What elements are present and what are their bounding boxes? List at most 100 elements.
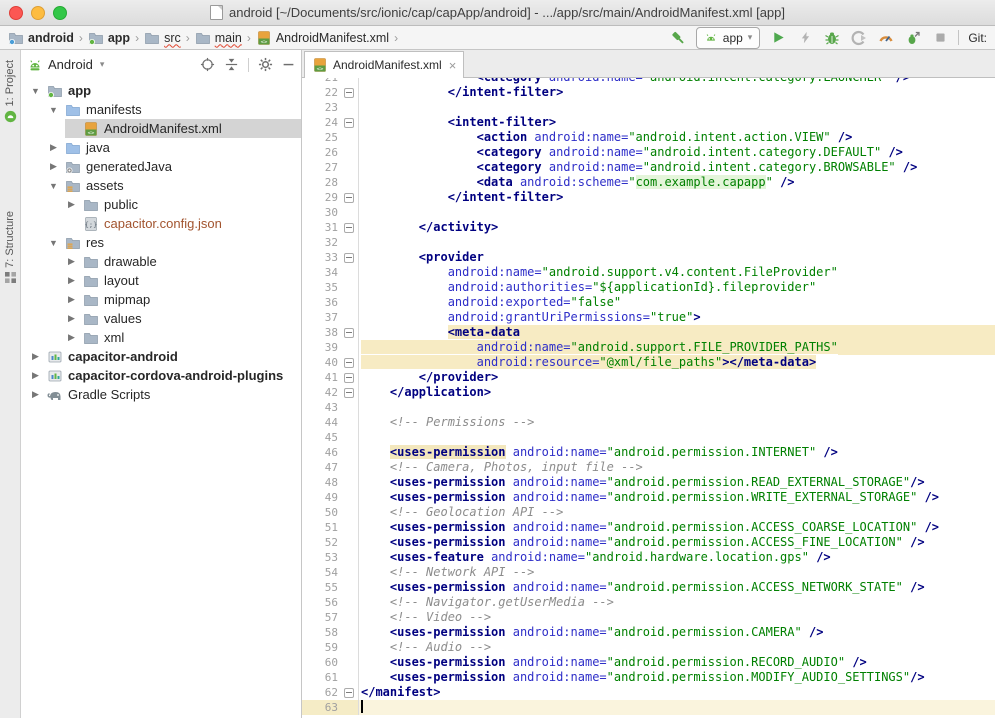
- tree-item-capacitor-config-json[interactable]: {;}capacitor.config.json: [21, 214, 301, 233]
- locate-target-icon[interactable]: [200, 57, 215, 72]
- breadcrumb-androidmanifest-xml[interactable]: <>AndroidManifest.xml: [256, 30, 389, 46]
- code-line-36[interactable]: 36 android:exported="false": [302, 295, 995, 310]
- code-line-51[interactable]: 51 <uses-permission android:name="androi…: [302, 520, 995, 535]
- code-line-33[interactable]: 33 <provider: [302, 250, 995, 265]
- code-editor[interactable]: 21 <category android:name="android.inten…: [302, 78, 995, 718]
- code-line-35[interactable]: 35 android:authorities="${applicationId}…: [302, 280, 995, 295]
- expand-arrow-icon[interactable]: ▶: [65, 332, 78, 343]
- code-line-32[interactable]: 32: [302, 235, 995, 250]
- fold-marker[interactable]: [342, 325, 359, 340]
- settings-gear-icon[interactable]: [258, 57, 273, 72]
- code-line-59[interactable]: 59 <!-- Audio -->: [302, 640, 995, 655]
- code-line-23[interactable]: 23: [302, 100, 995, 115]
- minimize-window-button[interactable]: [31, 6, 45, 20]
- tree-item-public[interactable]: ▶public: [21, 195, 301, 214]
- code-line-29[interactable]: 29 </intent-filter>: [302, 190, 995, 205]
- expand-arrow-icon[interactable]: ▼: [47, 105, 60, 115]
- tree-item-values[interactable]: ▶values: [21, 309, 301, 328]
- expand-arrow-icon[interactable]: ▶: [65, 313, 78, 324]
- zoom-window-button[interactable]: [53, 6, 67, 20]
- fold-marker[interactable]: [342, 355, 359, 370]
- close-tab-icon[interactable]: ×: [449, 59, 457, 72]
- tree-item-capacitor-cordova-android-plugins[interactable]: ▶capacitor-cordova-android-plugins: [21, 366, 301, 385]
- fold-marker[interactable]: [342, 685, 359, 700]
- git-branch-widget[interactable]: Git:: [968, 31, 989, 45]
- code-line-60[interactable]: 60 <uses-permission android:name="androi…: [302, 655, 995, 670]
- tree-item-layout[interactable]: ▶layout: [21, 271, 301, 290]
- fold-marker[interactable]: [342, 115, 359, 130]
- code-line-28[interactable]: 28 <data android:scheme="com.example.cap…: [302, 175, 995, 190]
- tree-item-assets[interactable]: ▼assets: [21, 176, 301, 195]
- code-line-44[interactable]: 44 <!-- Permissions -->: [302, 415, 995, 430]
- project-view-selector[interactable]: Android: [48, 57, 93, 72]
- tool-window-project-button[interactable]: 1: Project: [4, 60, 17, 123]
- code-line-47[interactable]: 47 <!-- Camera, Photos, input file -->: [302, 460, 995, 475]
- tree-item-res[interactable]: ▼res: [21, 233, 301, 252]
- tree-item-generatedjava[interactable]: ▶generatedJava: [21, 157, 301, 176]
- debug-button[interactable]: [823, 29, 841, 47]
- code-line-40[interactable]: 40 android:resource="@xml/file_paths"></…: [302, 355, 995, 370]
- tree-item-app[interactable]: ▼app: [21, 81, 301, 100]
- code-line-41[interactable]: 41 </provider>: [302, 370, 995, 385]
- tool-window-structure-button[interactable]: 7: Structure: [4, 211, 16, 283]
- code-line-39[interactable]: 39 android:name="android.support.FILE_PR…: [302, 340, 995, 355]
- apply-changes-bug-icon[interactable]: [904, 29, 922, 47]
- code-line-38[interactable]: 38 <meta-data: [302, 325, 995, 340]
- expand-arrow-icon[interactable]: ▶: [47, 142, 60, 153]
- run-button[interactable]: [769, 29, 787, 47]
- fold-marker[interactable]: [342, 385, 359, 400]
- code-line-30[interactable]: 30: [302, 205, 995, 220]
- fold-marker[interactable]: [342, 85, 359, 100]
- code-line-63[interactable]: 63: [302, 700, 995, 715]
- breadcrumb-src[interactable]: src: [144, 30, 181, 46]
- tree-item-gradle-scripts[interactable]: ▶Gradle Scripts: [21, 385, 301, 404]
- breadcrumb-app[interactable]: app: [88, 30, 130, 46]
- code-line-27[interactable]: 27 <category android:name="android.inten…: [302, 160, 995, 175]
- code-line-25[interactable]: 25 <action android:name="android.intent.…: [302, 130, 995, 145]
- code-line-58[interactable]: 58 <uses-permission android:name="androi…: [302, 625, 995, 640]
- code-line-61[interactable]: 61 <uses-permission android:name="androi…: [302, 670, 995, 685]
- code-line-22[interactable]: 22 </intent-filter>: [302, 85, 995, 100]
- code-line-24[interactable]: 24 <intent-filter>: [302, 115, 995, 130]
- expand-arrow-icon[interactable]: ▼: [47, 238, 60, 248]
- breadcrumb-main[interactable]: main: [195, 30, 242, 46]
- code-line-53[interactable]: 53 <uses-feature android:name="android.h…: [302, 550, 995, 565]
- code-line-50[interactable]: 50 <!-- Geolocation API -->: [302, 505, 995, 520]
- code-line-26[interactable]: 26 <category android:name="android.inten…: [302, 145, 995, 160]
- run-configuration-select[interactable]: app ▾: [696, 27, 761, 49]
- build-hammer-icon[interactable]: [669, 29, 687, 47]
- stop-button[interactable]: [931, 29, 949, 47]
- code-line-54[interactable]: 54 <!-- Network API -->: [302, 565, 995, 580]
- run-with-coverage-icon[interactable]: [850, 29, 868, 47]
- code-line-31[interactable]: 31 </activity>: [302, 220, 995, 235]
- fold-marker[interactable]: [342, 250, 359, 265]
- expand-arrow-icon[interactable]: ▶: [65, 294, 78, 305]
- code-line-42[interactable]: 42 </application>: [302, 385, 995, 400]
- fold-marker[interactable]: [342, 370, 359, 385]
- collapse-all-icon[interactable]: [224, 57, 239, 72]
- fold-marker[interactable]: [342, 220, 359, 235]
- code-line-49[interactable]: 49 <uses-permission android:name="androi…: [302, 490, 995, 505]
- expand-arrow-icon[interactable]: ▶: [47, 161, 60, 172]
- expand-arrow-icon[interactable]: ▶: [29, 389, 42, 400]
- tree-item-mipmap[interactable]: ▶mipmap: [21, 290, 301, 309]
- expand-arrow-icon[interactable]: ▶: [29, 351, 42, 362]
- code-line-37[interactable]: 37 android:grantUriPermissions="true">: [302, 310, 995, 325]
- code-line-34[interactable]: 34 android:name="android.support.v4.cont…: [302, 265, 995, 280]
- profiler-gauge-icon[interactable]: [877, 29, 895, 47]
- code-line-46[interactable]: 46 <uses-permission android:name="androi…: [302, 445, 995, 460]
- tree-item-capacitor-android[interactable]: ▶capacitor-android: [21, 347, 301, 366]
- fold-marker[interactable]: [342, 190, 359, 205]
- expand-arrow-icon[interactable]: ▼: [47, 181, 60, 191]
- tree-item-drawable[interactable]: ▶drawable: [21, 252, 301, 271]
- code-line-45[interactable]: 45: [302, 430, 995, 445]
- tab-androidmanifest[interactable]: <> AndroidManifest.xml ×: [304, 51, 464, 78]
- tree-item-androidmanifest-xml[interactable]: <>AndroidManifest.xml: [21, 119, 301, 138]
- tree-item-xml[interactable]: ▶xml: [21, 328, 301, 347]
- hide-minus-icon[interactable]: [282, 58, 295, 71]
- code-line-56[interactable]: 56 <!-- Navigator.getUserMedia -->: [302, 595, 995, 610]
- expand-arrow-icon[interactable]: ▶: [65, 256, 78, 267]
- code-line-55[interactable]: 55 <uses-permission android:name="androi…: [302, 580, 995, 595]
- expand-arrow-icon[interactable]: ▶: [65, 199, 78, 210]
- close-window-button[interactable]: [9, 6, 23, 20]
